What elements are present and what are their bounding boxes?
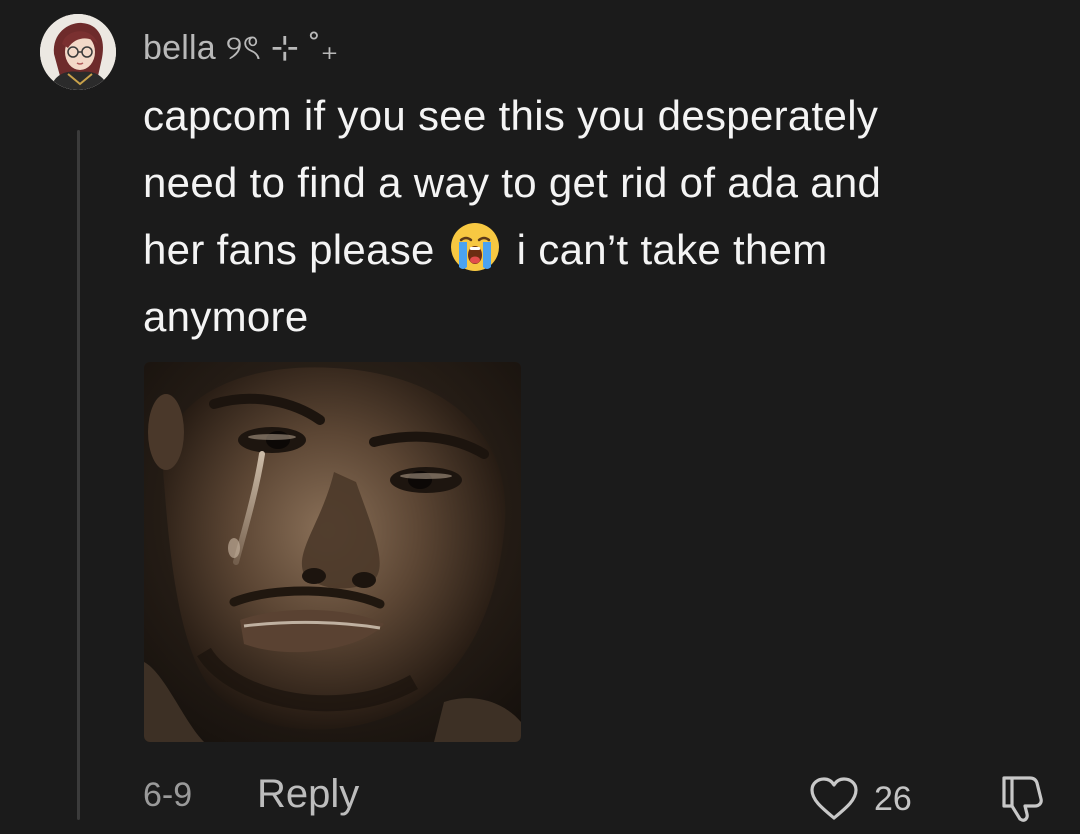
loudly-crying-face-icon xyxy=(450,223,499,271)
avatar[interactable] xyxy=(40,14,116,90)
comment-date: 6-9 xyxy=(143,776,193,814)
comment-text-line: need to find a way to get rid of ada and xyxy=(143,159,882,206)
reply-button[interactable]: Reply xyxy=(257,772,359,817)
username[interactable]: bella ୨ৎ ⊹ ˚₊ xyxy=(143,22,339,79)
crying-man-photo xyxy=(144,362,521,742)
heart-outline-icon xyxy=(810,777,858,820)
comment-text-line: anymore xyxy=(143,293,309,340)
comment-text-line: her fans please xyxy=(143,226,435,273)
like-count: 26 xyxy=(874,779,912,818)
dislike-button[interactable] xyxy=(996,773,1050,823)
comment-text-line: i can’t take them xyxy=(516,226,828,273)
comment-image[interactable] xyxy=(144,362,521,742)
thread-line xyxy=(77,130,80,820)
avatar-illustration xyxy=(40,14,116,90)
comment-text-line: capcom if you see this you desperately xyxy=(143,92,879,139)
comment-text: capcom if you see this you desperately n… xyxy=(143,82,1043,350)
like-button[interactable]: 26 xyxy=(808,774,912,824)
thumbs-down-outline-icon xyxy=(1002,776,1043,822)
